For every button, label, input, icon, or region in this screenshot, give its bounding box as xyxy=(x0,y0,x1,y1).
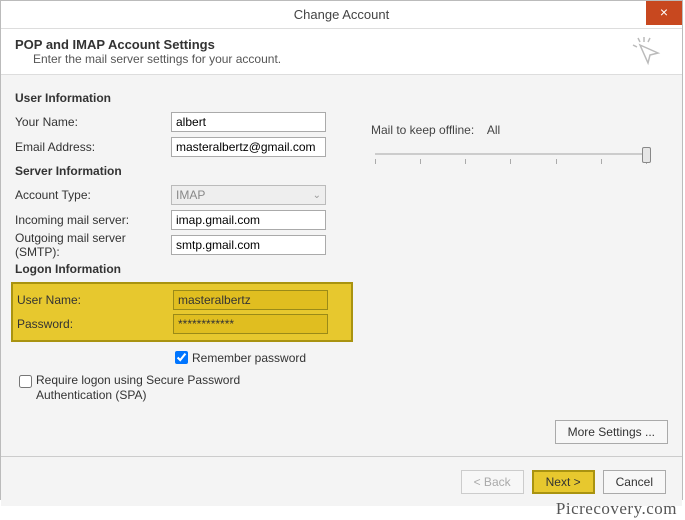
your-name-input[interactable] xyxy=(171,112,326,132)
window-title: Change Account xyxy=(294,7,389,22)
spa-checkbox[interactable] xyxy=(19,375,32,388)
incoming-server-input[interactable] xyxy=(171,210,326,230)
titlebar: Change Account × xyxy=(1,1,682,29)
cancel-button[interactable]: Cancel xyxy=(603,470,666,494)
next-button[interactable]: Next > xyxy=(532,470,595,494)
slider-thumb[interactable] xyxy=(642,147,651,163)
section-server-info: Server Information xyxy=(15,164,668,178)
slider-ticks xyxy=(375,159,647,163)
slider-line xyxy=(375,153,647,155)
row-password: Password: xyxy=(13,313,347,335)
chevron-down-icon: ⌄ xyxy=(313,190,321,201)
right-panel: Mail to keep offline: All xyxy=(371,123,651,165)
label-email: Email Address: xyxy=(15,140,171,154)
remember-password-checkbox[interactable] xyxy=(175,351,188,364)
row-mail-keep: Mail to keep offline: All xyxy=(371,123,651,137)
label-remember: Remember password xyxy=(192,351,306,365)
dialog-header: POP and IMAP Account Settings Enter the … xyxy=(1,29,682,74)
watermark: Picrecovery.com xyxy=(556,499,677,519)
label-your-name: Your Name: xyxy=(15,115,171,129)
label-username: User Name: xyxy=(13,293,173,307)
row-username: User Name: xyxy=(13,289,347,311)
change-account-dialog: Change Account × POP and IMAP Account Se… xyxy=(0,0,683,500)
label-account-type: Account Type: xyxy=(15,188,171,202)
label-outgoing: Outgoing mail server (SMTP): xyxy=(15,231,171,259)
section-logon-info: Logon Information xyxy=(15,262,668,276)
label-mail-keep: Mail to keep offline: xyxy=(371,123,474,137)
header-title: POP and IMAP Account Settings xyxy=(15,37,668,52)
password-input[interactable] xyxy=(173,314,328,334)
outgoing-server-input[interactable] xyxy=(171,235,326,255)
username-input[interactable] xyxy=(173,290,328,310)
row-remember-password: Remember password xyxy=(171,348,668,367)
label-incoming: Incoming mail server: xyxy=(15,213,171,227)
close-icon: × xyxy=(660,4,668,20)
more-settings-button[interactable]: More Settings ... xyxy=(555,420,668,444)
cursor-icon xyxy=(630,35,664,72)
account-type-value: IMAP xyxy=(176,188,205,202)
row-account-type: Account Type: IMAP ⌄ xyxy=(15,184,668,206)
row-outgoing: Outgoing mail server (SMTP): xyxy=(15,234,668,256)
mail-keep-slider[interactable] xyxy=(375,145,647,165)
section-user-info: User Information xyxy=(15,91,668,105)
header-subtitle: Enter the mail server settings for your … xyxy=(33,52,668,66)
label-spa: Require logon using Secure Password Auth… xyxy=(36,373,316,403)
mail-keep-value: All xyxy=(487,123,500,137)
label-password: Password: xyxy=(13,317,173,331)
email-input[interactable] xyxy=(171,137,326,157)
body-area: User Information Your Name: Email Addres… xyxy=(1,74,682,456)
row-spa: Require logon using Secure Password Auth… xyxy=(15,373,668,403)
logon-highlight: User Name: Password: xyxy=(11,282,353,342)
account-type-select[interactable]: IMAP ⌄ xyxy=(171,185,326,205)
back-button[interactable]: < Back xyxy=(461,470,524,494)
row-incoming: Incoming mail server: xyxy=(15,209,668,231)
close-button[interactable]: × xyxy=(646,1,682,25)
